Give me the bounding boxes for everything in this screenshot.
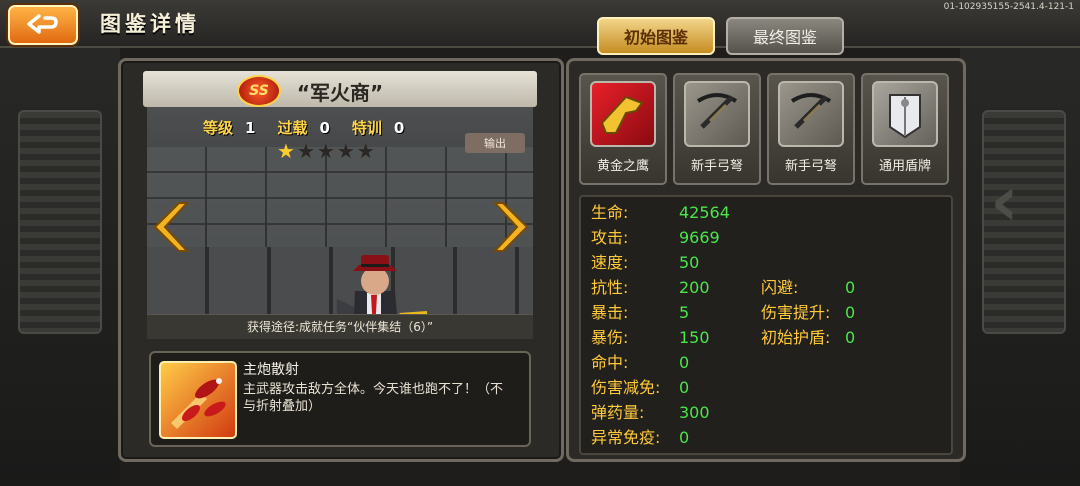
stat-value: 0 <box>679 378 690 397</box>
equipment-label: 新手弓弩 <box>690 159 743 174</box>
overload-value: 0 <box>319 119 330 137</box>
stat-row: 伤害提升: 0 <box>761 303 855 323</box>
chevron-left-icon <box>153 202 189 252</box>
stat-row: 伤害减免: 0 <box>591 378 689 398</box>
stat-row: 生命: 42564 <box>591 203 730 223</box>
background-right-wall: ‹ <box>960 0 1080 486</box>
back-button[interactable] <box>8 5 78 45</box>
hero-panel: SS “军火商” 等级 1 过载 0 特训 0 ★★★★★ 输出 获得途径:成就… <box>118 58 564 462</box>
background-left-wall <box>0 0 120 486</box>
stat-row: 弹药量: 300 <box>591 403 710 423</box>
stat-label: 暴伤: <box>591 328 629 347</box>
stat-label: 伤害减免: <box>591 378 661 397</box>
stat-value: 0 <box>845 303 856 322</box>
equipment-label: 黄金之鹰 <box>596 159 649 174</box>
stat-label: 初始护盾: <box>761 328 831 347</box>
stat-value: 50 <box>679 253 700 272</box>
skill-description: 主武器攻击敌方全体。今天谁也跑不了！（不与折射叠加） <box>243 382 504 414</box>
stat-label: 速度: <box>591 253 629 272</box>
stat-label: 抗性: <box>591 278 629 297</box>
stat-row: 命中: 0 <box>591 353 689 373</box>
stats-box: 生命: 42564 攻击: 9669 速度: 50 抗性: 200 暴击: 5 暴伤: 150 命中: 0… <box>579 195 953 455</box>
export-button[interactable]: 输出 <box>465 133 525 153</box>
skill-card: 主炮散射 主武器攻击敌方全体。今天谁也跑不了！（不与折射叠加） <box>149 351 531 447</box>
level-label: 等级 <box>203 119 234 137</box>
hero-name-bar: SS “军火商” <box>143 71 537 107</box>
star-empty-icon: ★ <box>296 139 317 163</box>
page-title: 图鉴详情 <box>100 12 200 36</box>
equipment-slot-shield[interactable]: 通用盾牌 <box>861 73 949 185</box>
equipment-slot-crossbow[interactable]: 新手弓弩 <box>767 73 855 185</box>
stat-value: 42564 <box>679 203 730 222</box>
stat-row: 暴击: 5 <box>591 303 689 323</box>
star-empty-icon: ★ <box>356 139 377 163</box>
build-id: 01-102935155-2541.4-121-1 <box>943 2 1074 12</box>
equipment-slot-crossbow[interactable]: 新手弓弩 <box>673 73 761 185</box>
stat-row: 攻击: 9669 <box>591 228 720 248</box>
equipment-label: 新手弓弩 <box>784 159 837 174</box>
stat-row: 速度: 50 <box>591 253 699 273</box>
training-value: 0 <box>393 119 405 137</box>
chevron-right-icon <box>493 202 529 252</box>
stat-value: 0 <box>679 353 690 372</box>
star-filled-icon: ★ <box>277 139 297 163</box>
stat-label: 异常免疫: <box>591 428 661 447</box>
tab-initial-codex[interactable]: 初始图鉴 <box>597 17 715 55</box>
hero-sprite <box>336 255 427 317</box>
star-empty-icon: ★ <box>336 139 357 163</box>
stat-row: 暴伤: 150 <box>591 328 710 348</box>
back-arrow-icon <box>27 14 58 34</box>
shield-icon <box>872 81 938 147</box>
stat-row: 闪避: 0 <box>761 278 855 298</box>
stat-row: 初始护盾: 0 <box>761 328 855 348</box>
next-hero-button[interactable] <box>493 201 533 253</box>
top-bar: 图鉴详情 01-102935155-2541.4-121-1 <box>0 0 1080 48</box>
skill-name: 主炮散射 <box>243 362 299 378</box>
tab-final-codex[interactable]: 最终图鉴 <box>726 17 844 55</box>
golden-pistol-icon <box>590 81 656 147</box>
stat-label: 生命: <box>591 203 629 222</box>
stat-row: 异常免疫: 0 <box>591 428 689 448</box>
level-value: 1 <box>245 119 256 137</box>
chevron-decoration-icon: ‹ <box>990 160 1019 242</box>
stat-value: 0 <box>845 278 856 297</box>
stat-value: 0 <box>845 328 856 347</box>
stat-label: 暴击: <box>591 303 629 322</box>
acquire-source: 获得途径:成就任务“伙伴集结（6）” <box>147 314 533 339</box>
equipment-slot-golden-eagle[interactable]: 黄金之鹰 <box>579 73 667 185</box>
stat-value: 200 <box>679 278 710 297</box>
stat-value: 0 <box>679 428 690 447</box>
hero-level-line: 等级 1 过载 0 特训 0 <box>203 117 426 138</box>
stat-label: 攻击: <box>591 228 629 247</box>
stat-row: 抗性: 200 <box>591 278 710 298</box>
stat-value: 150 <box>679 328 710 347</box>
missile-skill-icon <box>159 361 237 439</box>
stat-value: 5 <box>679 303 690 322</box>
stat-label: 闪避: <box>761 278 799 297</box>
training-label: 特训 <box>351 119 382 137</box>
hero-name: “军火商” <box>296 81 384 105</box>
star-empty-icon: ★ <box>316 139 337 163</box>
star-rating: ★★★★★ <box>277 139 377 163</box>
stat-label: 伤害提升: <box>761 303 831 322</box>
stat-label: 命中: <box>591 353 629 372</box>
previous-hero-button[interactable] <box>149 201 189 253</box>
equipment-stats-panel: 黄金之鹰 新手弓弩 新手弓弩 通用盾牌 生命: 42564 攻击: 9669 速… <box>566 58 966 462</box>
stat-value: 300 <box>679 403 710 422</box>
equipment-label: 通用盾牌 <box>878 159 931 174</box>
stat-value: 9669 <box>679 228 720 247</box>
background-door <box>18 110 102 334</box>
crossbow-icon <box>778 81 844 147</box>
crossbow-icon <box>684 81 750 147</box>
stat-label: 弹药量: <box>591 403 645 422</box>
overload-label: 过载 <box>277 119 308 137</box>
